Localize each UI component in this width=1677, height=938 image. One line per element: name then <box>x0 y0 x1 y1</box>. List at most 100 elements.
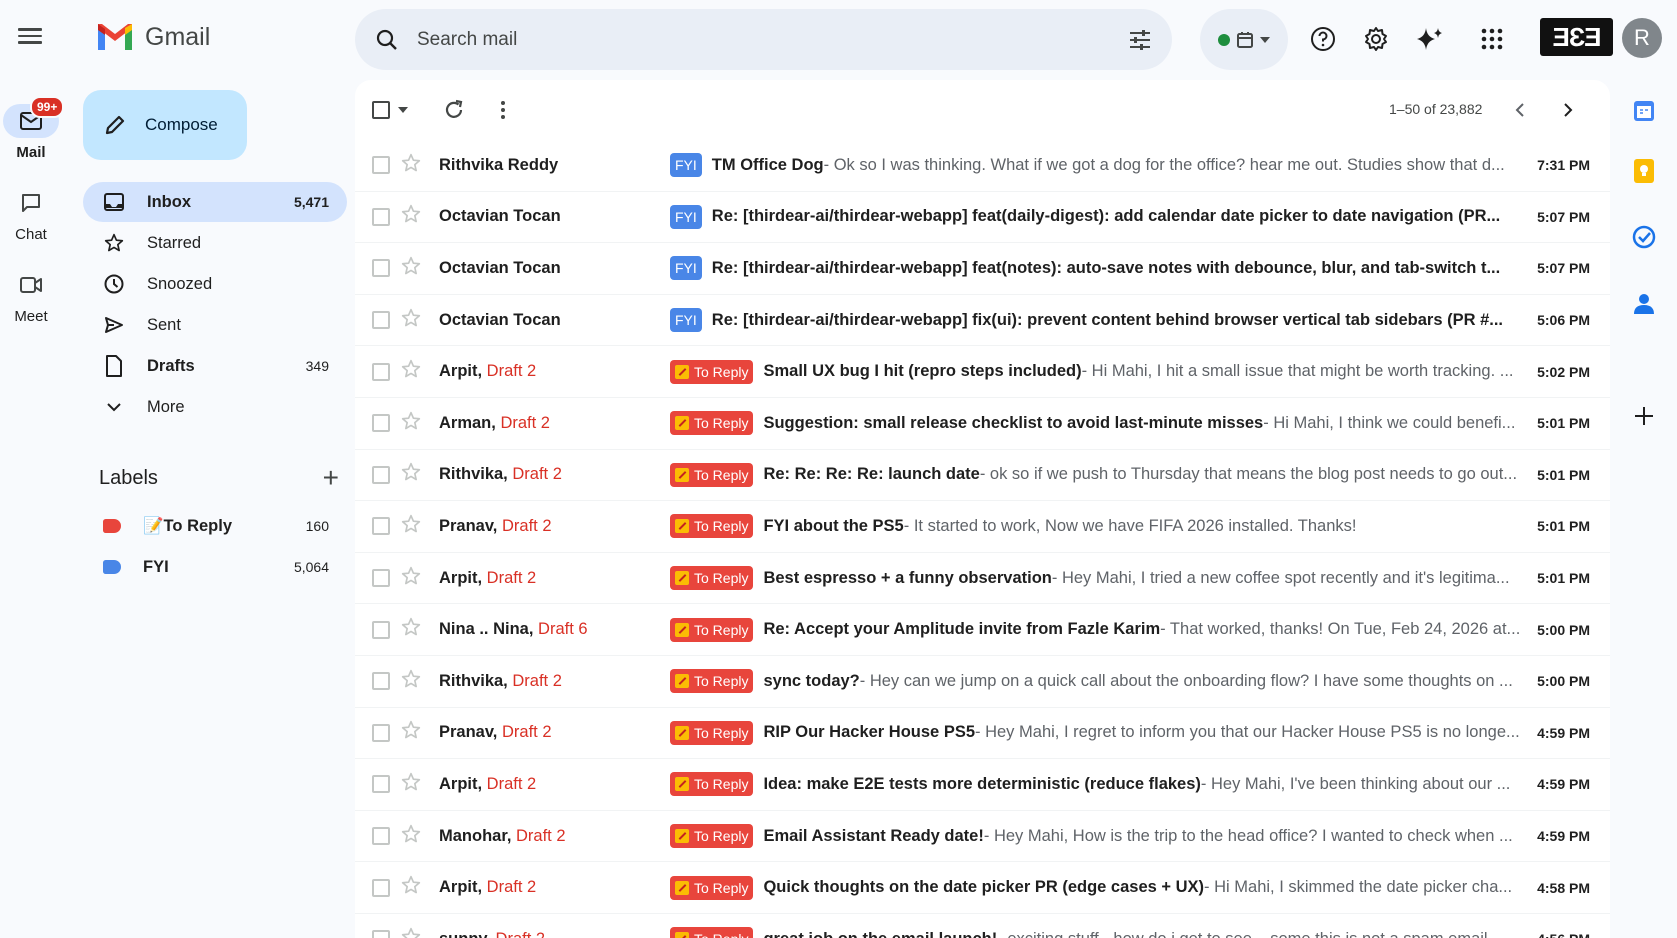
star-icon[interactable] <box>401 153 421 178</box>
email-row[interactable]: Arpit, Draft 2 To Reply Best espresso + … <box>355 553 1610 605</box>
rail-item-chat[interactable]: Chat <box>0 186 62 243</box>
email-row[interactable]: sunny, Draft 2 To Reply great job on the… <box>355 914 1610 938</box>
main-menu-icon[interactable] <box>16 24 44 48</box>
add-addon-icon[interactable] <box>1631 403 1657 429</box>
email-row[interactable]: Rithvika, Draft 2 To Reply Re: Re: Re: R… <box>355 450 1610 502</box>
email-row[interactable]: Rithvika Reddy FYI TM Office Dog - Ok so… <box>355 140 1610 192</box>
email-row[interactable]: Arpit, Draft 2 To Reply Small UX bug I h… <box>355 346 1610 398</box>
star-icon[interactable] <box>401 617 421 642</box>
star-icon[interactable] <box>401 411 421 436</box>
label-count: 5,064 <box>293 559 329 575</box>
row-checkbox[interactable] <box>372 414 390 433</box>
row-checkbox[interactable] <box>372 827 390 846</box>
rail-item-meet[interactable]: Meet <box>0 268 62 325</box>
email-subject: Idea: make E2E tests more deterministic … <box>763 774 1201 793</box>
label-item-to-reply[interactable]: 📝To Reply 160 <box>83 506 347 546</box>
chip-text: To Reply <box>694 466 749 483</box>
tasks-icon[interactable] <box>1631 224 1657 250</box>
sender-name: Nina .. Nina, <box>439 620 539 639</box>
status-selector[interactable] <box>1200 9 1288 70</box>
row-checkbox[interactable] <box>372 156 390 175</box>
nav-item-inbox[interactable]: Inbox 5,471 <box>83 182 347 222</box>
row-checkbox[interactable] <box>372 672 390 691</box>
star-icon[interactable] <box>401 514 421 539</box>
nav-item-snoozed[interactable]: Snoozed <box>83 264 347 304</box>
email-row[interactable]: Pranav, Draft 2 To Reply FYI about the P… <box>355 501 1610 553</box>
email-time: 4:59 PM <box>1537 724 1590 741</box>
star-icon[interactable] <box>401 927 421 938</box>
star-icon[interactable] <box>401 669 421 694</box>
star-icon[interactable] <box>401 566 421 591</box>
gmail-logo[interactable]: Gmail <box>95 22 210 52</box>
nav-label: Drafts <box>147 356 195 375</box>
email-content: To Reply Quick thoughts on the date pick… <box>670 875 1555 900</box>
star-icon[interactable] <box>401 462 421 487</box>
search-input[interactable] <box>417 28 1128 51</box>
row-checkbox[interactable] <box>372 259 390 278</box>
rail-item-mail[interactable]: 99+ Mail <box>0 96 65 161</box>
email-time: 5:01 PM <box>1537 570 1590 587</box>
email-row[interactable]: Arpit, Draft 2 To Reply Quick thoughts o… <box>355 862 1610 914</box>
email-row[interactable]: Octavian Tocan FYI Re: [thirdear-ai/thir… <box>355 295 1610 347</box>
email-row[interactable]: Arman, Draft 2 To Reply Suggestion: smal… <box>355 398 1610 450</box>
add-label-icon[interactable]: + <box>323 464 339 492</box>
email-snippet: - Hey Mahi, I've been thinking about our… <box>1200 774 1511 793</box>
chip-text: To Reply <box>694 415 749 432</box>
email-subject: Best espresso + a funny observation <box>763 568 1052 587</box>
draft-count: Draft 6 <box>538 620 588 639</box>
row-checkbox[interactable] <box>372 930 390 938</box>
refresh-icon[interactable] <box>443 99 465 121</box>
settings-gear-icon[interactable] <box>1359 22 1393 56</box>
star-icon[interactable] <box>401 256 421 281</box>
search-icon[interactable] <box>375 28 399 52</box>
star-icon[interactable] <box>401 875 421 900</box>
account-avatar[interactable]: R <box>1622 18 1662 58</box>
email-row[interactable]: Manohar, Draft 2 To Reply Email Assistan… <box>355 811 1610 863</box>
star-icon[interactable] <box>401 772 421 797</box>
row-checkbox[interactable] <box>372 775 390 794</box>
row-checkbox[interactable] <box>372 620 390 639</box>
email-time: 5:01 PM <box>1537 518 1590 535</box>
email-row[interactable]: Nina .. Nina, Draft 6 To Reply Re: Accep… <box>355 604 1610 656</box>
select-all-checkbox[interactable] <box>372 101 408 119</box>
star-icon[interactable] <box>401 359 421 384</box>
keep-icon[interactable] <box>1631 158 1657 184</box>
email-row[interactable]: Rithvika, Draft 2 To Reply sync today? -… <box>355 656 1610 708</box>
row-checkbox[interactable] <box>372 465 390 484</box>
gemini-sparkle-icon[interactable] <box>1413 22 1447 56</box>
email-time: 5:07 PM <box>1537 208 1590 225</box>
email-sender: sunny, Draft 2 <box>439 930 545 938</box>
next-page-icon[interactable] <box>1563 102 1573 118</box>
row-checkbox[interactable] <box>372 723 390 742</box>
star-icon[interactable] <box>401 308 421 333</box>
label-item-fyi[interactable]: FYI 5,064 <box>83 547 347 587</box>
label-chip-to-reply: To Reply <box>670 566 754 591</box>
email-row[interactable]: Arpit, Draft 2 To Reply Idea: make E2E t… <box>355 759 1610 811</box>
row-checkbox[interactable] <box>372 517 390 536</box>
search-options-icon[interactable] <box>1128 29 1152 51</box>
email-row[interactable]: Octavian Tocan FYI Re: [thirdear-ai/thir… <box>355 192 1610 244</box>
row-checkbox[interactable] <box>372 878 390 897</box>
org-logo[interactable]: ƎƐƎ <box>1540 18 1613 56</box>
prev-page-icon[interactable] <box>1515 102 1525 118</box>
nav-item-more[interactable]: More <box>83 387 347 427</box>
row-checkbox[interactable] <box>372 569 390 588</box>
compose-label: Compose <box>145 115 218 134</box>
email-row[interactable]: Octavian Tocan FYI Re: [thirdear-ai/thir… <box>355 243 1610 295</box>
star-icon[interactable] <box>401 204 421 229</box>
apps-grid-icon[interactable] <box>1475 22 1509 56</box>
nav-item-starred[interactable]: Starred <box>83 223 347 263</box>
more-vert-icon[interactable] <box>500 99 506 121</box>
row-checkbox[interactable] <box>372 311 390 330</box>
star-icon[interactable] <box>401 824 421 849</box>
help-icon[interactable] <box>1306 22 1340 56</box>
compose-button[interactable]: Compose <box>83 90 247 160</box>
calendar-icon[interactable] <box>1631 98 1657 124</box>
row-checkbox[interactable] <box>372 207 390 226</box>
contacts-icon[interactable] <box>1631 291 1657 317</box>
star-icon[interactable] <box>401 720 421 745</box>
nav-item-sent[interactable]: Sent <box>83 305 347 345</box>
row-checkbox[interactable] <box>372 362 390 381</box>
nav-item-drafts[interactable]: Drafts 349 <box>83 346 347 386</box>
email-row[interactable]: Pranav, Draft 2 To Reply RIP Our Hacker … <box>355 708 1610 760</box>
